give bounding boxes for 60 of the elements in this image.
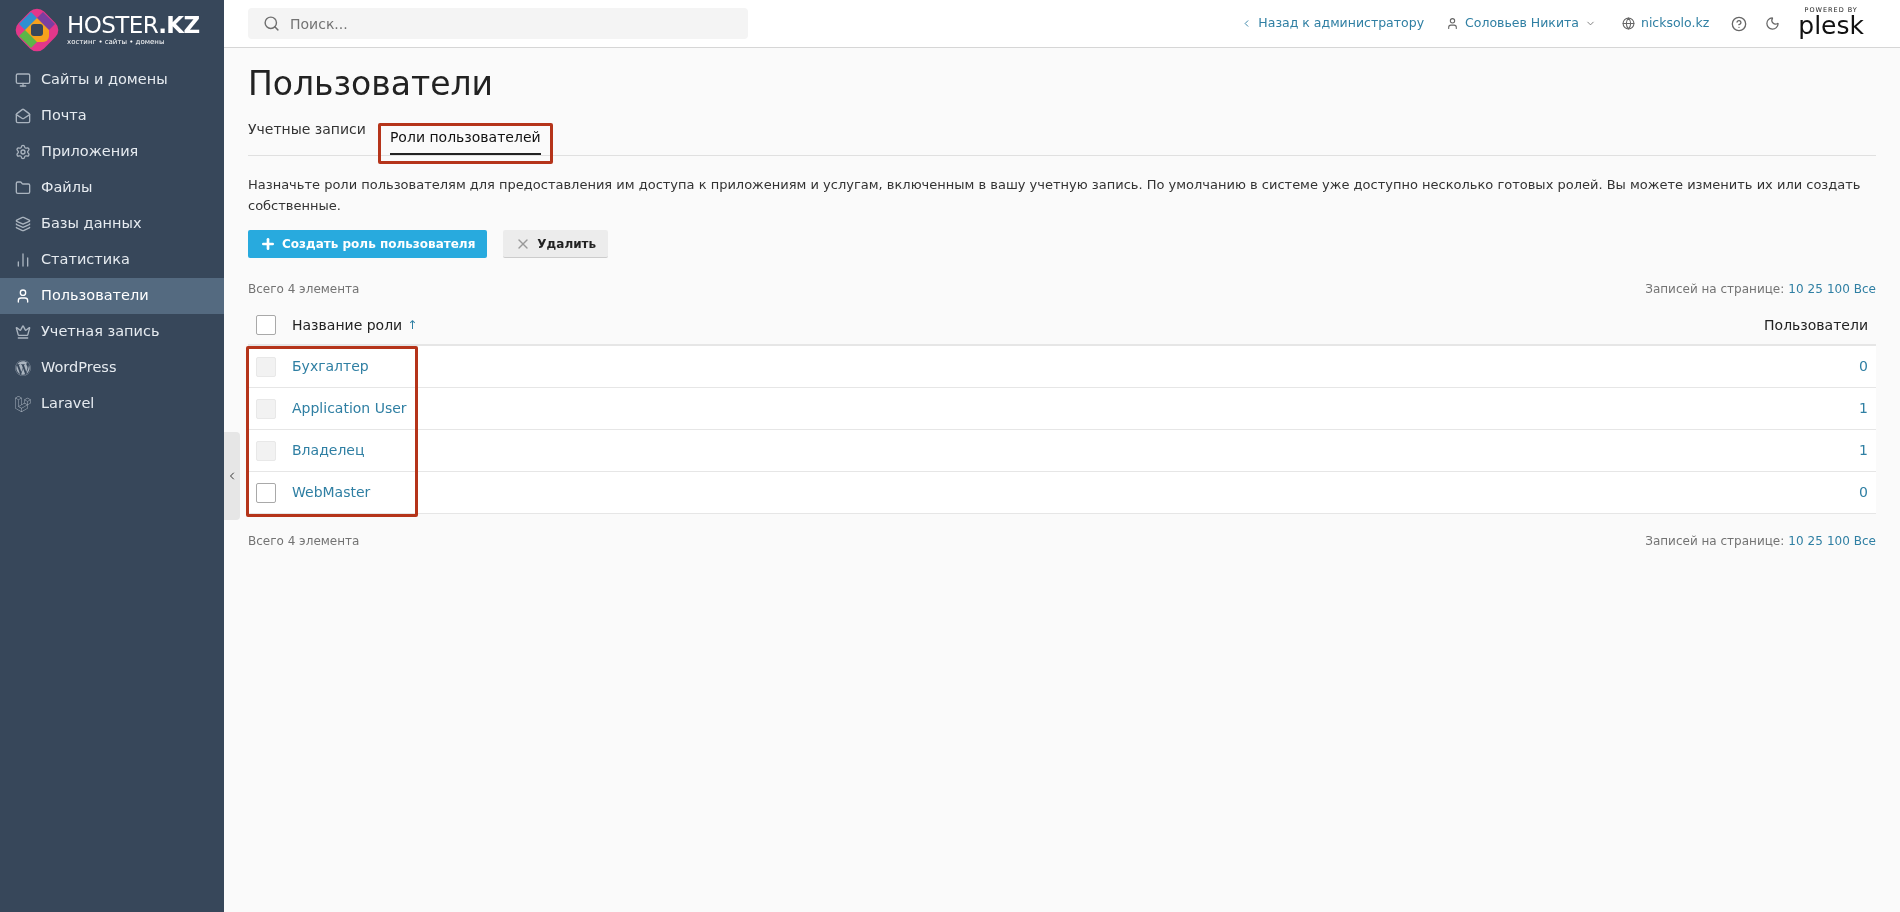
search-field[interactable]: Поиск...: [248, 8, 748, 39]
crown-icon: [15, 324, 31, 340]
total-count: Всего 4 элемента: [248, 533, 360, 550]
sidebar-item[interactable]: Приложения: [0, 134, 224, 170]
wordpress-icon: [15, 360, 31, 376]
globe-icon: [1621, 17, 1635, 30]
layers-icon: [15, 216, 31, 232]
domain-link[interactable]: nicksolo.kz: [1621, 14, 1710, 33]
users-count: 1: [1859, 399, 1868, 418]
sidebar-item[interactable]: Файлы: [0, 170, 224, 206]
folder-icon: [15, 180, 31, 196]
logo-text: HOSTER.KZ: [67, 14, 200, 37]
delete-button[interactable]: Удалить: [503, 230, 609, 258]
sidebar-item[interactable]: WordPress: [0, 350, 224, 386]
per-page-link[interactable]: Все: [1853, 532, 1876, 550]
per-page-link[interactable]: 10: [1788, 280, 1804, 298]
per-page-label: Записей на странице:: [1645, 533, 1785, 550]
laravel-icon: [15, 396, 31, 412]
page-title: Пользователи: [248, 64, 495, 104]
checkbox[interactable]: [256, 315, 276, 335]
envelope-icon: [15, 108, 31, 124]
sidebar-item[interactable]: Сайты и домены: [0, 62, 224, 98]
gear-icon: [15, 144, 31, 160]
per-page-label: Записей на странице:: [1645, 281, 1785, 298]
sidebar-item[interactable]: Laravel: [0, 386, 224, 422]
column-header[interactable]: Название роли ↑: [292, 314, 418, 336]
per-page-link[interactable]: 25: [1807, 532, 1823, 550]
tab[interactable]: Учетные записи: [248, 119, 366, 147]
per-page-link[interactable]: 100: [1826, 532, 1850, 550]
sidebar-collapse-handle[interactable]: [224, 432, 240, 520]
bar-chart-icon: [15, 252, 31, 268]
help-icon[interactable]: [1731, 15, 1748, 32]
plesk-logo: plesk: [1798, 13, 1864, 40]
column-header: Пользователи: [1764, 315, 1868, 335]
per-page-link[interactable]: 100: [1826, 280, 1850, 298]
search-icon: [263, 15, 280, 32]
sidebar-item[interactable]: Почта: [0, 98, 224, 134]
description-text: Назначьте роли пользователям для предоставления им доступа к приложениям и услугам, включенным в вашу учетную запись. По умолчанию в системе уже доступно несколько готовых ролей. Вы можете изменить их или создать собственные.: [248, 176, 1862, 215]
users-count: 0: [1859, 357, 1868, 376]
monitor-icon: [15, 72, 31, 88]
back-link[interactable]: Назад к администратору: [1241, 14, 1425, 33]
sidebar-item[interactable]: Статистика: [0, 242, 224, 278]
users-count: 0: [1859, 483, 1868, 502]
sort-arrow: ↑: [407, 317, 418, 334]
sidebar-item[interactable]: Пользователи: [0, 278, 224, 314]
per-page-link[interactable]: 25: [1807, 280, 1823, 298]
users-count: 1: [1859, 441, 1868, 460]
role-link[interactable]: WebMaster: [292, 482, 371, 503]
sidebar-item[interactable]: Базы данных: [0, 206, 224, 242]
per-page-link[interactable]: 10: [1788, 532, 1804, 550]
total-count: Всего 4 элемента: [248, 281, 360, 298]
per-page-link[interactable]: Все: [1853, 280, 1876, 298]
create-role-button[interactable]: Создать роль пользователя: [248, 230, 488, 258]
moon-icon[interactable]: [1765, 16, 1781, 31]
plus-icon: [260, 236, 276, 252]
user-menu[interactable]: Соловьев Никита: [1446, 14, 1596, 33]
checkbox[interactable]: [256, 482, 276, 503]
sidebar-item[interactable]: Учетная запись: [0, 314, 224, 350]
user-icon: [15, 288, 31, 304]
user-icon: [1446, 17, 1460, 30]
